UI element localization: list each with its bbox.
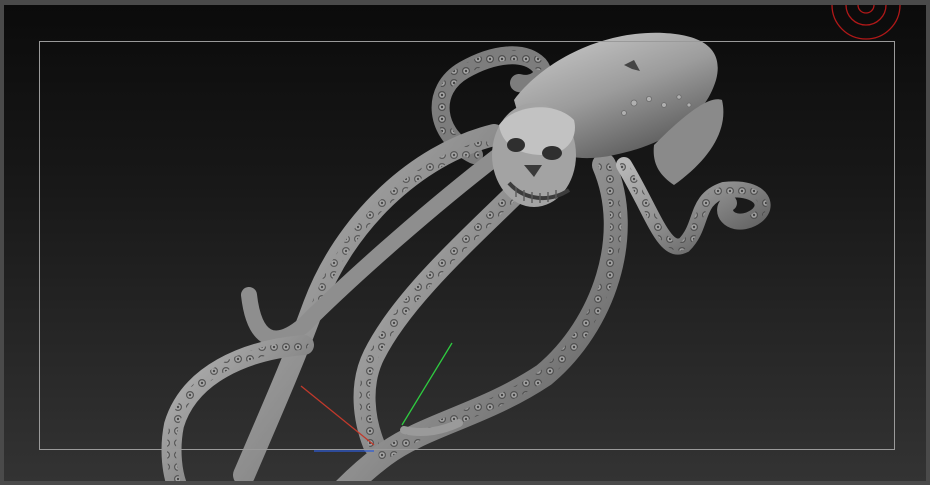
sculpt-viewport[interactable]: [0, 0, 930, 485]
tentacle-right-curl-suckers: [620, 161, 767, 251]
rotate-orbit-icon[interactable]: [831, 5, 901, 40]
skull-face: [492, 103, 576, 207]
octopus-model[interactable]: [161, 32, 771, 485]
viewport-canvas[interactable]: [4, 5, 930, 485]
